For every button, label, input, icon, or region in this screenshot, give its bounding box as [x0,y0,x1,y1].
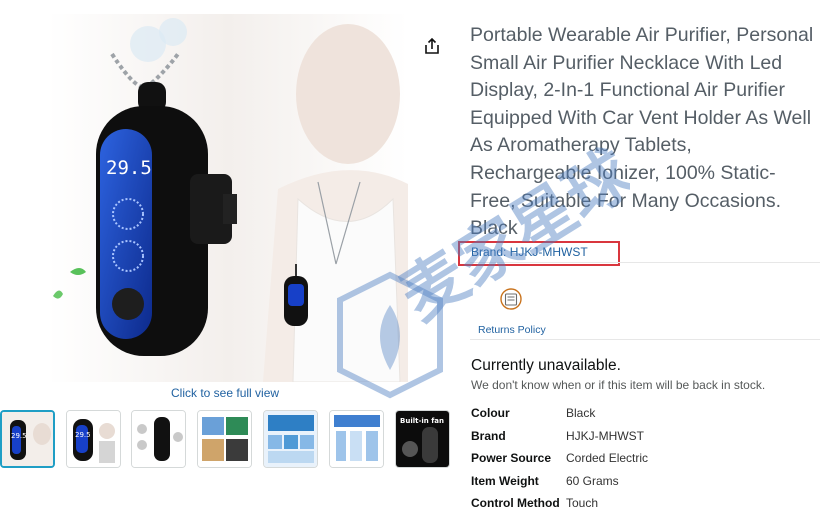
spec-key-brand: Brand [471,429,506,443]
thumbnail-1[interactable]: 29.5 [0,410,55,468]
device-display-text: 29.5 [106,157,152,179]
thumbnail-7[interactable]: Built-in fan [395,410,450,468]
thumbnail-4[interactable] [197,410,252,468]
thumbnail-label: 29.5 [75,431,91,439]
thumbnail-3[interactable] [131,410,186,468]
spec-key-colour: Colour [471,406,510,420]
thumbnail-label: Built-in fan [400,417,444,425]
brand-link[interactable]: Brand: HJKJ-MHWST [471,245,588,259]
thumbnail-strip: 29.5 29.5 Built-in fan [0,410,460,472]
thumbnail-2[interactable]: 29.5 [66,410,121,468]
returns-policy-icon[interactable] [499,287,523,311]
availability-note: We don't know when or if this item will … [471,378,766,392]
spec-value-control-method: Touch [566,496,599,510]
spec-key-item-weight: Item Weight [471,474,539,488]
spec-key-control-method: Control Method [471,496,560,510]
spec-value-item-weight: 60 Grams [566,474,619,488]
divider [470,339,820,340]
spec-key-power-source: Power Source [471,451,552,465]
product-title: Portable Wearable Air Purifier, Personal… [470,24,814,240]
thumbnail-label: 29.5 [11,432,27,440]
spec-value-power-source: Corded Electric [566,451,649,465]
divider [470,262,820,263]
spec-value-brand: HJKJ-MHWST [566,429,644,443]
thumbnail-5[interactable] [263,410,318,468]
main-product-image[interactable]: 29.5 [48,14,408,382]
availability-status: Currently unavailable. [471,357,621,374]
returns-policy-link[interactable]: Returns Policy [478,324,546,336]
full-view-link[interactable]: Click to see full view [171,386,279,400]
spec-value-colour: Black [566,406,596,420]
thumbnail-6[interactable] [329,410,384,468]
share-icon[interactable] [422,36,442,56]
